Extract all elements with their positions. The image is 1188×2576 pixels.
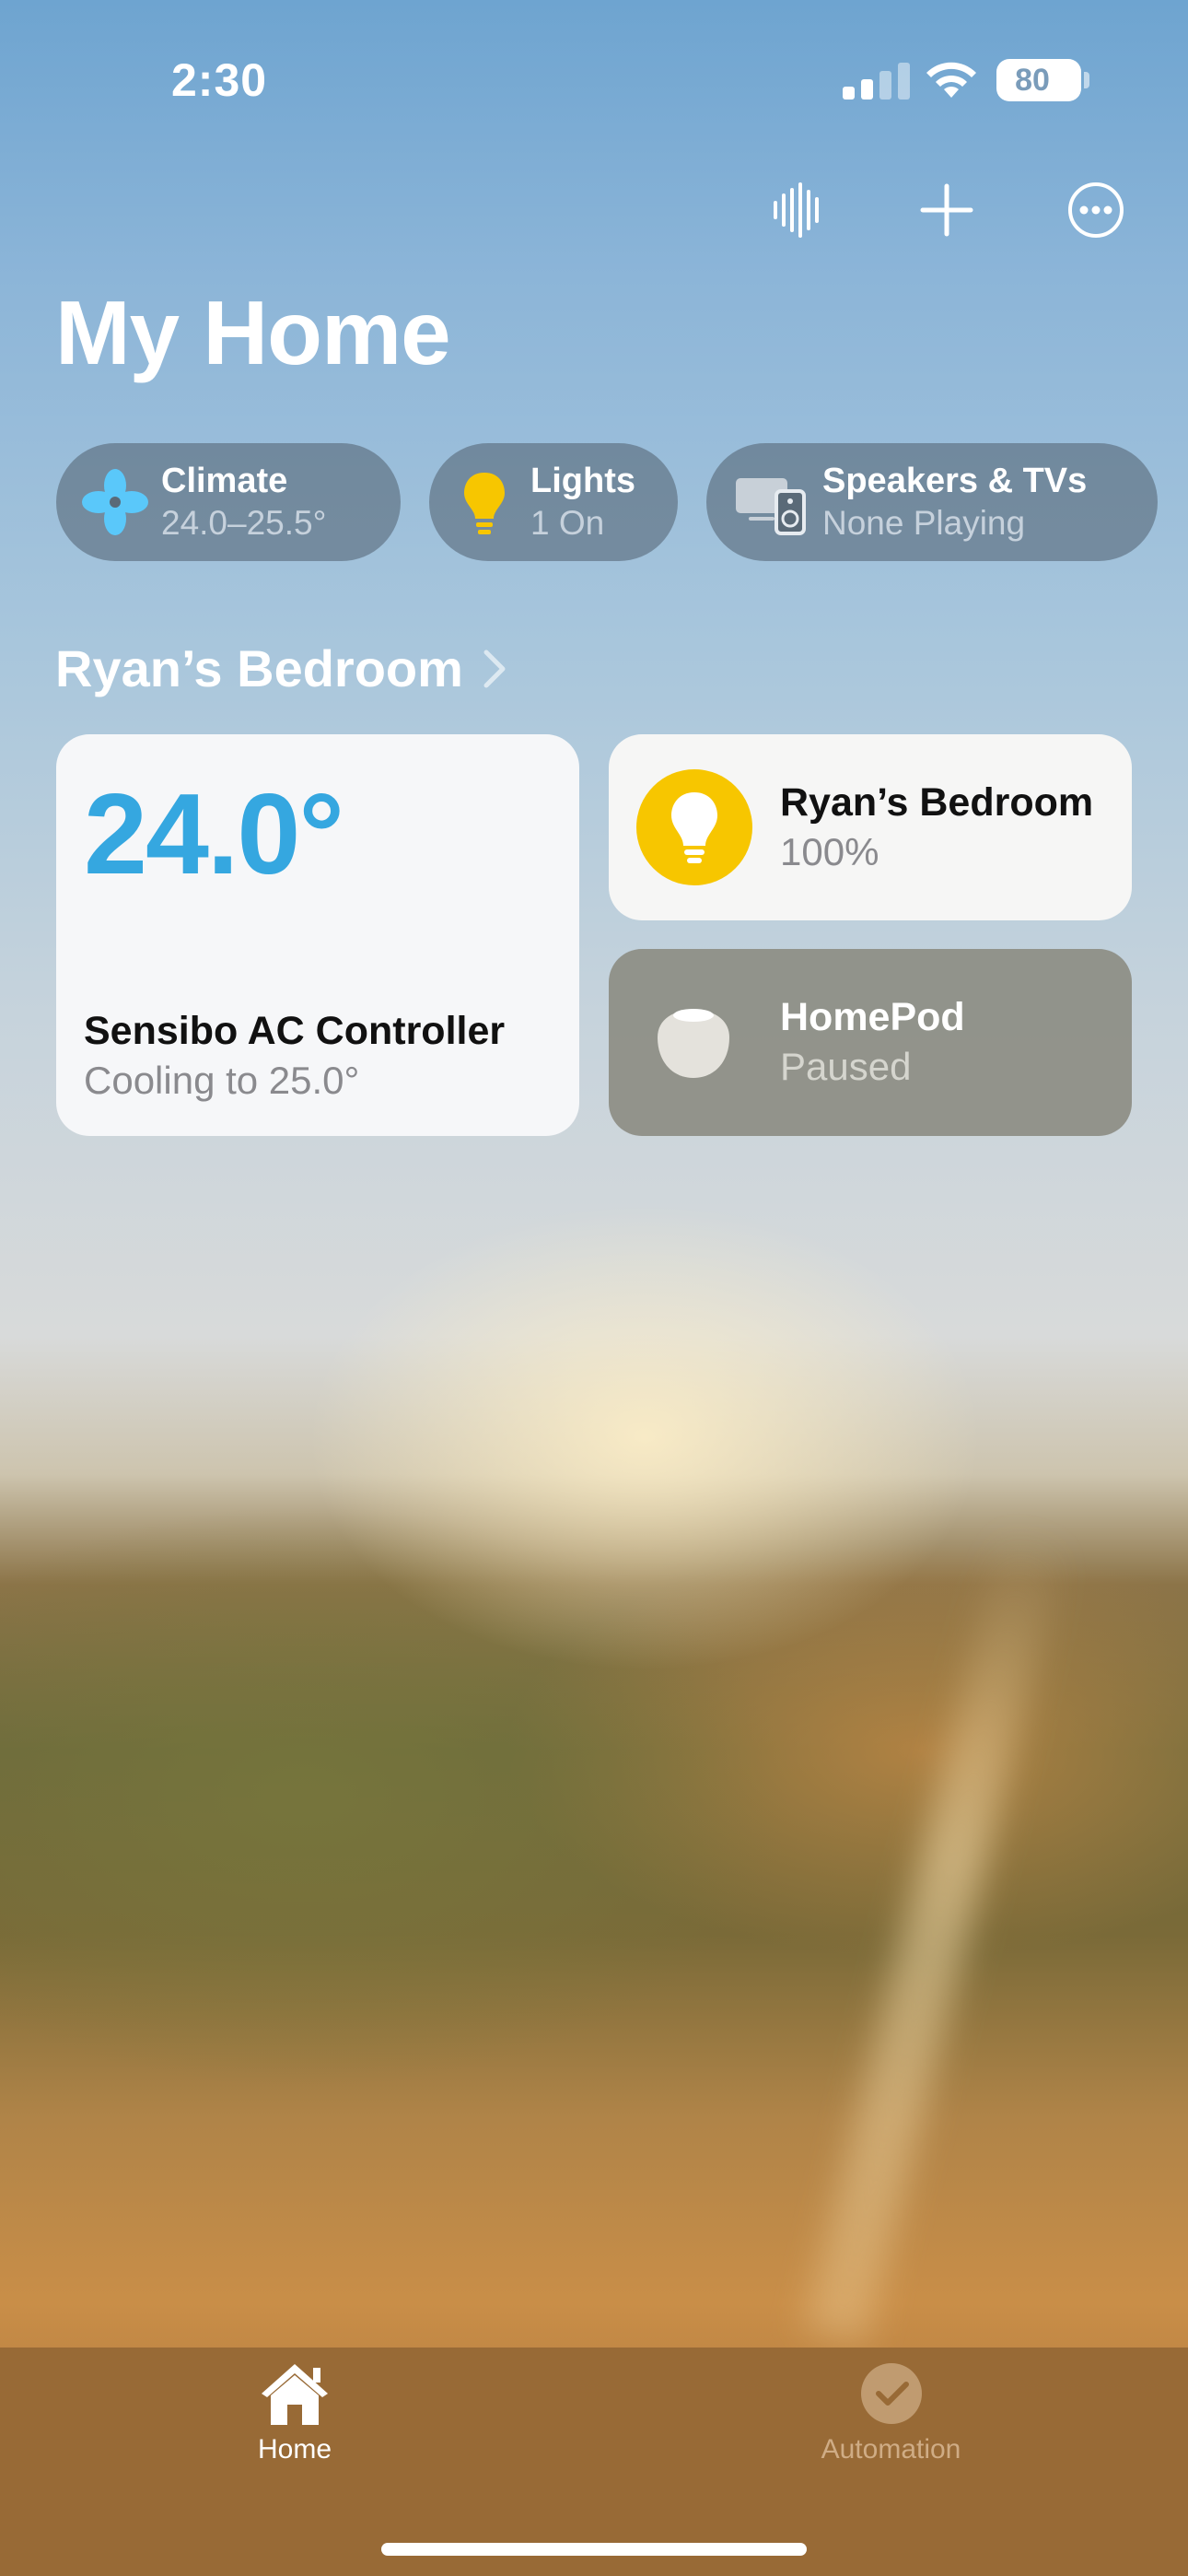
wifi-icon — [926, 62, 976, 98]
chevron-right-icon — [483, 650, 506, 687]
speakers-tvs-category-button[interactable]: Speakers & TVs None Playing — [706, 443, 1158, 561]
more-icon[interactable] — [1066, 181, 1125, 240]
tab-automation[interactable]: Automation — [810, 2360, 972, 2465]
bulb-icon — [464, 473, 505, 534]
light-toggle[interactable] — [636, 769, 752, 885]
home-indicator — [381, 2543, 807, 2556]
tab-bar — [0, 2348, 1188, 2576]
automation-clock-icon — [860, 2363, 922, 2424]
ac-controller-tile[interactable]: 24.0° Sensibo AC Controller Cooling to 2… — [56, 734, 579, 1136]
homepod-icon — [658, 1009, 729, 1078]
temperature-readout: 24.0° — [84, 771, 344, 898]
accessory-state: Paused — [780, 1045, 912, 1088]
tab-home[interactable]: Home — [230, 2360, 359, 2465]
climate-category-button[interactable]: Climate 24.0–25.5° — [56, 443, 401, 561]
category-detail: None Playing — [822, 504, 1026, 542]
category-detail: 24.0–25.5° — [161, 504, 327, 542]
category-detail: 1 On — [530, 504, 605, 542]
accessory-name: Ryan’s Bedroom — [780, 780, 1094, 825]
background-glare — [803, 1524, 1066, 2346]
accessory-name: Sensibo AC Controller — [84, 1009, 506, 1053]
fan-icon — [82, 469, 148, 535]
page-title: My Home — [55, 282, 451, 383]
status-time: 2:30 — [171, 54, 268, 106]
speaker-tv-icon — [736, 478, 806, 535]
category-name: Lights — [530, 462, 635, 500]
room-header[interactable]: Ryan’s Bedroom — [55, 638, 507, 698]
category-name: Climate — [161, 462, 288, 500]
bulb-icon — [671, 792, 717, 863]
battery-level: 80 — [1015, 63, 1050, 98]
battery-icon: 80 — [996, 59, 1081, 101]
room-title: Ryan’s Bedroom — [55, 639, 463, 697]
lights-category-button[interactable]: Lights 1 On — [429, 443, 678, 561]
tab-label: Automation — [821, 2434, 961, 2465]
waveform-icon[interactable] — [768, 181, 827, 240]
accessory-name: HomePod — [780, 995, 965, 1039]
category-name: Speakers & TVs — [822, 462, 1088, 500]
cellular-signal-icon — [843, 61, 910, 100]
tab-label: Home — [257, 2434, 332, 2465]
accessory-state: Cooling to 25.0° — [84, 1059, 360, 1102]
accessory-state: 100% — [780, 830, 879, 873]
house-icon — [262, 2364, 328, 2425]
homepod-tile[interactable]: HomePod Paused — [609, 949, 1132, 1136]
battery-tip — [1084, 72, 1089, 88]
light-tile[interactable]: Ryan’s Bedroom 100% — [609, 734, 1132, 920]
plus-icon[interactable] — [917, 181, 976, 240]
